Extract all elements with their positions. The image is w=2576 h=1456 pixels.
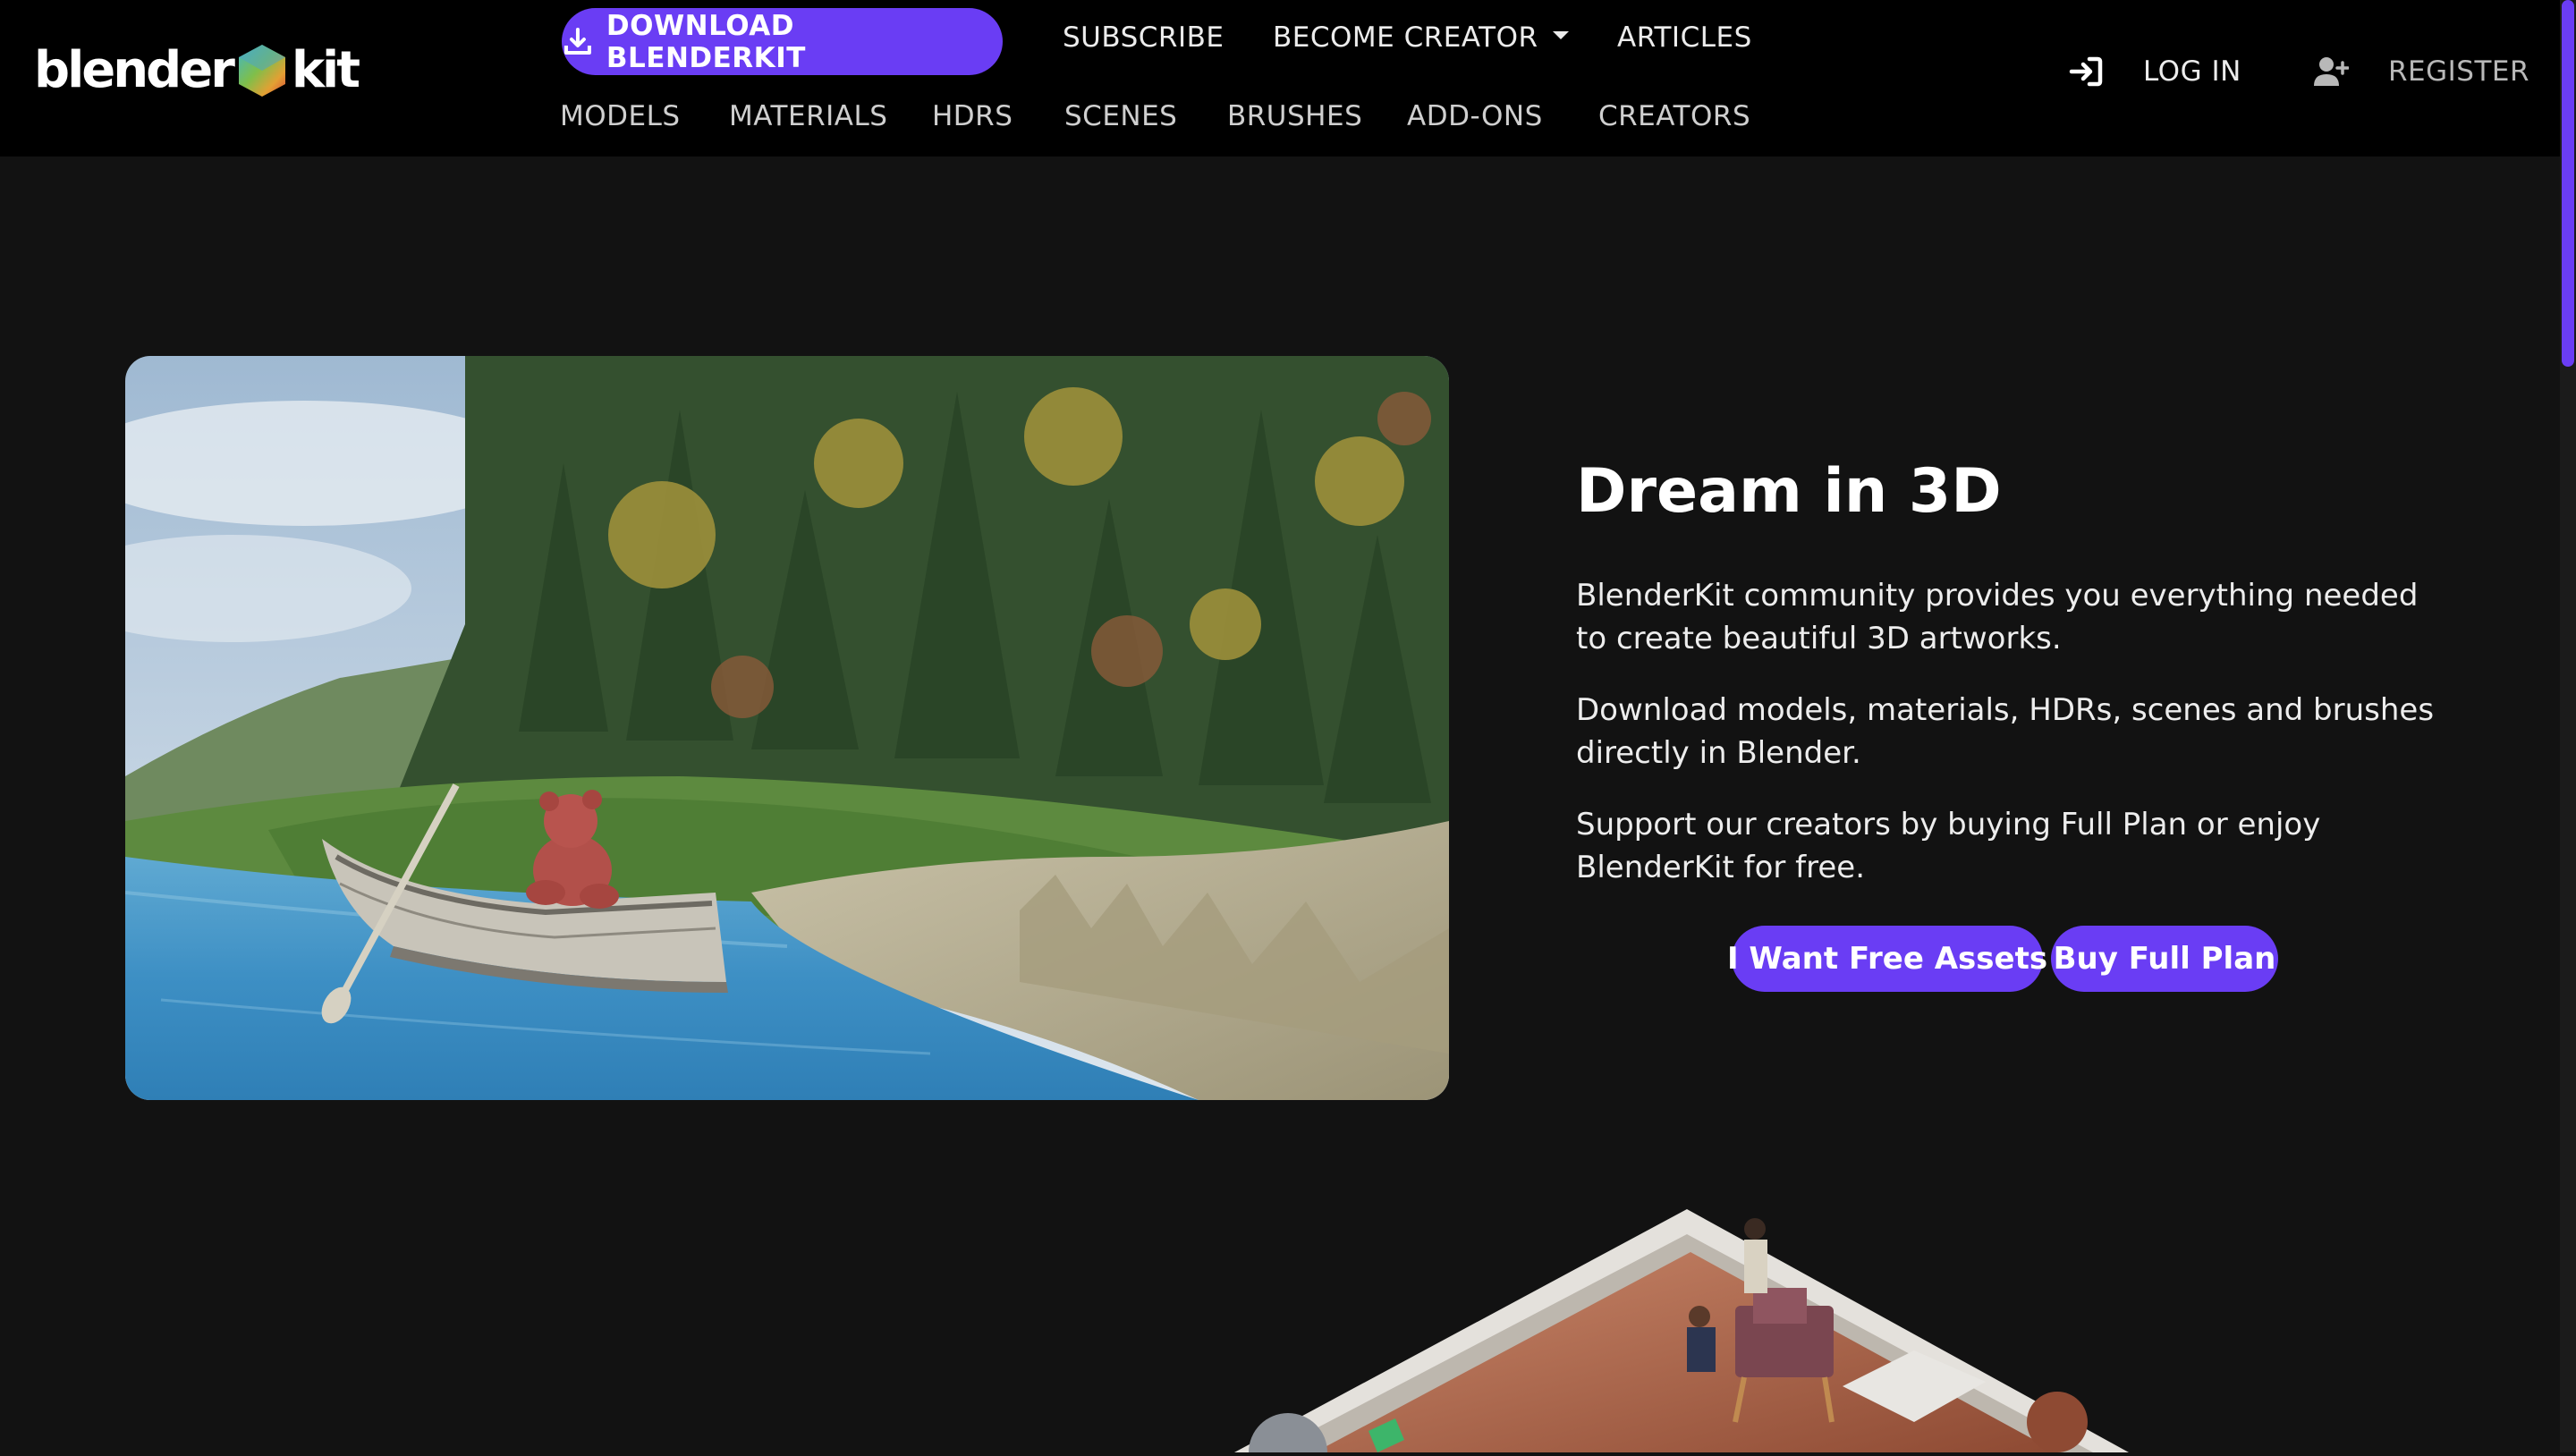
register-label: REGISTER: [2388, 55, 2530, 88]
subnav-materials[interactable]: MATERIALS: [729, 100, 887, 132]
subnav-hdrs[interactable]: HDRS: [932, 100, 1013, 132]
register-link[interactable]: REGISTER: [2313, 54, 2529, 89]
download-blenderkit-button[interactable]: DOWNLOAD BLENDERKIT: [562, 8, 1003, 75]
logo-text-left: blender: [34, 41, 235, 99]
free-assets-button[interactable]: I Want Free Assets: [1727, 926, 2047, 992]
hero-paragraph-community: BlenderKit community provides you everyt…: [1576, 578, 2419, 656]
subnav-creators[interactable]: CREATORS: [1598, 100, 1750, 132]
hero-image-lake-boat: [125, 356, 1449, 1100]
hero-title: Dream in 3D: [1576, 456, 2002, 527]
top-navigation-bar: blender kit DOWNLOAD BLENDERKIT SUBSCRIB…: [0, 0, 2560, 157]
logo-text-right: kit: [291, 41, 360, 99]
nav-articles[interactable]: ARTICLES: [1617, 21, 1752, 54]
chevron-down-icon: [1552, 31, 1569, 39]
hero-paragraph-support: Support our creators by buying Full Plan…: [1576, 807, 2321, 885]
logo-hexagon-icon: [238, 45, 285, 97]
scrollbar-thumb[interactable]: [2562, 0, 2574, 367]
user-plus-icon: [2314, 57, 2349, 86]
isometric-room-image: [1234, 1198, 2182, 1456]
login-link[interactable]: LOG IN: [2068, 54, 2241, 89]
download-icon: [564, 27, 591, 55]
blenderkit-logo[interactable]: blender kit: [34, 39, 360, 102]
hero-paragraph-download: Download models, materials, HDRs, scenes…: [1576, 692, 2435, 771]
nav-become-creator[interactable]: BECOME CREATOR: [1273, 21, 1569, 54]
login-label: LOG IN: [2143, 55, 2241, 88]
subnav-models[interactable]: MODELS: [560, 100, 681, 132]
nav-subscribe[interactable]: SUBSCRIBE: [1063, 21, 1224, 54]
subnav-brushes[interactable]: BRUSHES: [1227, 100, 1362, 132]
buy-full-plan-button[interactable]: Buy Full Plan: [2051, 926, 2278, 992]
download-button-label: DOWNLOAD BLENDERKIT: [606, 9, 806, 74]
nav-become-creator-label: BECOME CREATOR: [1273, 21, 1538, 54]
login-icon: [2069, 56, 2103, 87]
subnav-scenes[interactable]: SCENES: [1064, 100, 1177, 132]
page-scrollbar[interactable]: [2560, 0, 2576, 1452]
subnav-add-ons[interactable]: ADD-ONS: [1407, 100, 1543, 132]
